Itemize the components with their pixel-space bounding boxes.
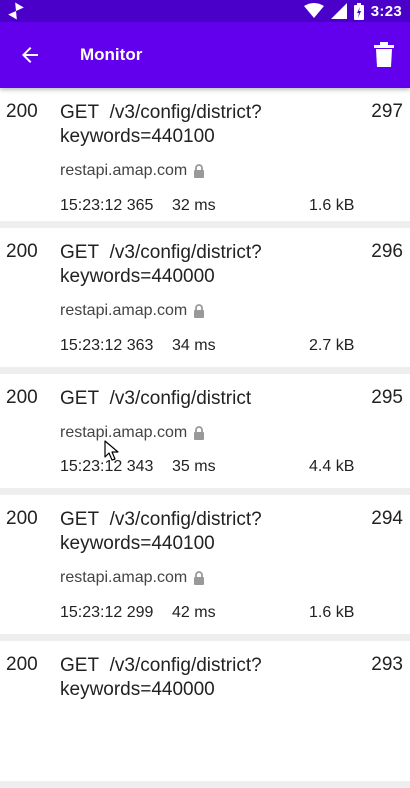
transaction-id: 294 xyxy=(371,508,403,529)
duration: 35 ms xyxy=(172,458,216,475)
meta-row: 15:23:12 365 32 ms 1.6 kB xyxy=(60,197,360,217)
size: 2.7 kB xyxy=(309,337,355,354)
arrow-left-icon[interactable] xyxy=(18,43,42,67)
notification-icon xyxy=(8,2,24,20)
host: restapi.amap.com xyxy=(60,302,205,320)
transaction-id: 297 xyxy=(371,101,403,122)
request-line: GET /v3/config/district xyxy=(60,388,252,409)
transaction-list: 200 GET /v3/config/district? keywords=440… xyxy=(0,88,410,788)
list-item[interactable]: 200 GET /v3/config/district? keywords=440… xyxy=(0,495,410,634)
meta-row: 15:23:12 299 42 ms 1.6 kB xyxy=(60,604,360,624)
status-code: 200 xyxy=(6,101,38,122)
meta-row: 15:23:12 363 34 ms 2.7 kB xyxy=(60,337,360,357)
list-item[interactable]: 200 GET /v3/config/district? keywords=440… xyxy=(0,88,410,221)
status-code: 200 xyxy=(6,508,38,529)
status-code: 200 xyxy=(6,387,38,408)
size: 4.4 kB xyxy=(309,458,355,475)
duration: 34 ms xyxy=(172,337,216,354)
request-time: 15:23:12 363 xyxy=(60,337,154,354)
lock-icon xyxy=(194,426,205,440)
request-line: GET /v3/config/district? keywords=440000 xyxy=(60,242,262,287)
status-bar: 3:23 xyxy=(0,0,410,22)
request-time: 15:23:12 299 xyxy=(60,604,154,621)
transaction-id: 296 xyxy=(371,241,403,262)
list-item[interactable]: 200 GET /v3/config/district? keywords=440… xyxy=(0,228,410,367)
size: 1.6 kB xyxy=(309,604,355,621)
status-icons: 3:23 xyxy=(303,0,402,22)
trash-icon[interactable] xyxy=(372,42,396,68)
lock-icon xyxy=(194,571,205,585)
transaction-id: 293 xyxy=(371,654,403,675)
battery-icon xyxy=(353,2,364,20)
page-title: Monitor xyxy=(80,45,143,64)
transaction-id: 295 xyxy=(371,387,403,408)
app-bar: Monitor xyxy=(0,22,410,88)
lock-icon xyxy=(194,164,205,178)
wifi-icon xyxy=(303,3,324,18)
duration: 42 ms xyxy=(172,604,216,621)
host: restapi.amap.com xyxy=(60,424,205,442)
host: restapi.amap.com xyxy=(60,569,205,587)
request-line: GET /v3/config/district? keywords=440100 xyxy=(60,509,262,554)
status-code: 200 xyxy=(6,654,38,675)
request-line: GET /v3/config/district? keywords=440100 xyxy=(60,102,262,147)
signal-icon xyxy=(330,3,347,19)
size: 1.6 kB xyxy=(309,197,355,214)
mouse-cursor-icon xyxy=(104,440,119,461)
status-code: 200 xyxy=(6,241,38,262)
list-item[interactable]: 200 GET /v3/config/district? keywords=440… xyxy=(0,641,410,781)
request-time: 15:23:12 365 xyxy=(60,197,154,214)
host: restapi.amap.com xyxy=(60,162,205,180)
list-item[interactable]: 200 GET /v3/config/district 295 restapi.… xyxy=(0,374,410,488)
lock-icon xyxy=(194,304,205,318)
duration: 32 ms xyxy=(172,197,216,214)
status-time: 3:23 xyxy=(370,2,402,20)
request-line: GET /v3/config/district? keywords=440000 xyxy=(60,655,262,700)
